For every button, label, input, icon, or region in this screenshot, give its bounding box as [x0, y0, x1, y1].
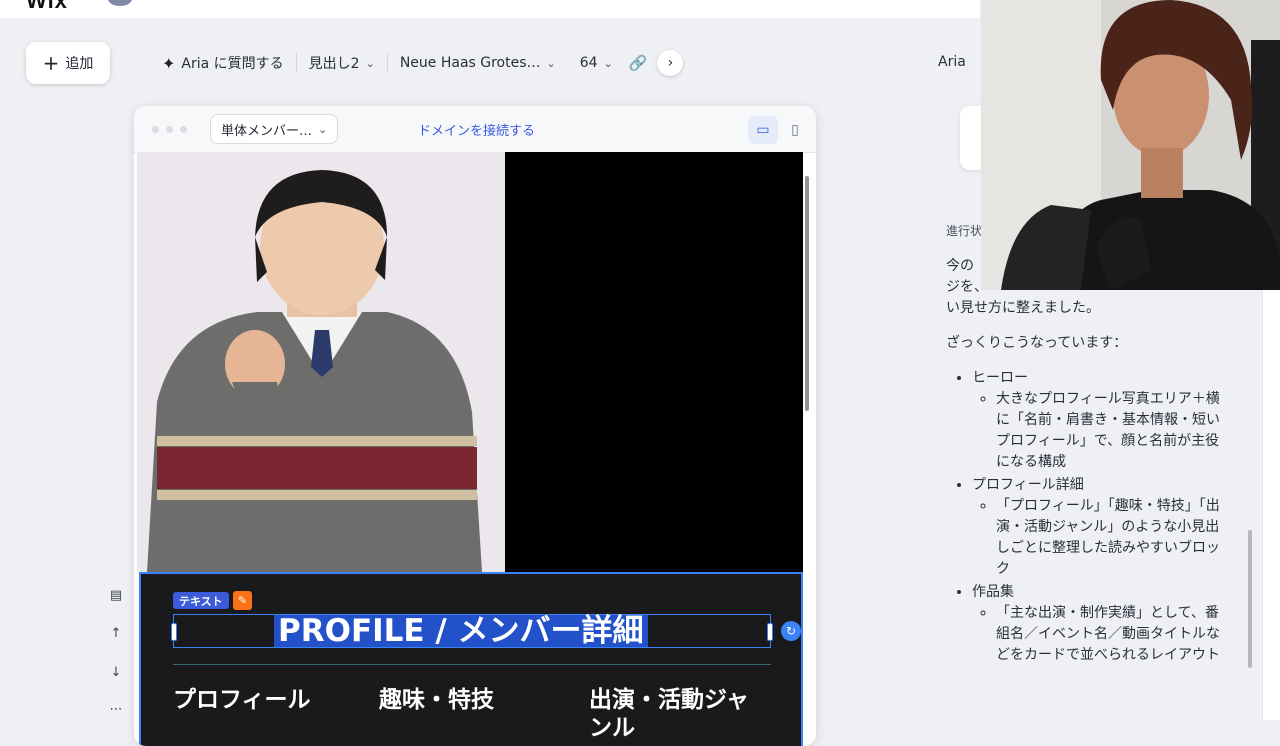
move-up-icon[interactable]: ↑ — [106, 626, 126, 641]
list-item-detail: 大きなプロフィール写真エリア＋横に「名前・肩書き・基本情報・短いプロフィール」で… — [996, 389, 1222, 473]
mobile-view-icon[interactable]: ▯ — [782, 116, 808, 144]
panel-edge — [1262, 290, 1280, 720]
section-title[interactable]: PROFILE / メンバー詳細 — [274, 615, 648, 647]
ai-edit-icon[interactable]: ✎ — [233, 591, 252, 610]
progress-label: 進行状 — [946, 224, 983, 238]
section-layout-icon[interactable]: ▤ — [106, 588, 126, 603]
chevron-down-icon: ⌄ — [365, 56, 375, 70]
desktop-view-icon[interactable]: ▭ — [748, 116, 778, 144]
font-size-dropdown[interactable]: 64 ⌄ — [568, 46, 625, 80]
resize-handle[interactable] — [767, 623, 773, 641]
chevron-down-icon: ⌄ — [318, 122, 328, 136]
heading-style-value: 見出し2 — [308, 56, 360, 72]
list-item-detail: 「主な出演・制作実績」として、番組名／イベント名／動画タイトルなどをカードで並べ… — [996, 603, 1222, 666]
page-selector-value: 単体メンバー… — [221, 123, 313, 139]
connect-domain-link[interactable]: ドメインを接続する — [418, 120, 535, 139]
link-button[interactable]: 🔗 — [625, 46, 652, 80]
chat-scrollbar[interactable] — [1248, 530, 1252, 668]
window-dots — [152, 126, 187, 133]
chevron-right-icon: › — [667, 55, 674, 71]
column-heading-genre-cont: ンル — [589, 715, 635, 741]
summary-list: ヒーロー 大きなプロフィール写真エリア＋横に「名前・肩書き・基本情報・短いプロフ… — [946, 368, 1222, 666]
site-avatar[interactable] — [108, 0, 132, 6]
add-button-label: 追加 — [65, 56, 94, 72]
summary-intro: ざっくりこうなっています： — [946, 335, 1128, 351]
resize-handle[interactable] — [171, 623, 177, 641]
toolbar-more-button[interactable]: › — [657, 50, 684, 76]
chevron-down-icon: ⌄ — [546, 56, 556, 70]
top-header: Wix — [0, 0, 980, 18]
section-divider — [173, 664, 771, 665]
preview-bar: 単体メンバー… ⌄ ドメインを接続する ▭ ▯ — [134, 106, 816, 153]
aria-ask-label: Aria に質問する — [181, 56, 284, 72]
rotate-icon[interactable]: ↻ — [781, 621, 801, 641]
site-preview: 単体メンバー… ⌄ ドメインを接続する ▭ ▯ テキスト ✎ PROFILE /… — [134, 106, 816, 746]
aria-ask-button[interactable]: ✦ Aria に質問する — [150, 46, 296, 80]
move-down-icon[interactable]: ↓ — [106, 665, 126, 680]
text-element-tag: テキスト — [173, 592, 229, 609]
webcam-overlay — [981, 0, 1280, 290]
plus-icon: + — [42, 51, 60, 75]
font-family-value: Neue Haas Grotes… — [399, 55, 541, 71]
more-options-icon[interactable]: ⋯ — [106, 702, 126, 717]
message-line: い見せ方に整えました。 — [946, 300, 1100, 316]
add-button[interactable]: + 追加 — [26, 42, 110, 84]
chevron-down-icon: ⌄ — [603, 56, 613, 70]
text-toolbar: ✦ Aria に質問する 見出し2 ⌄ Neue Haas Grotes… ⌄ … — [150, 46, 684, 80]
column-heading-hobbies: 趣味・特技 — [379, 687, 494, 713]
heading-style-dropdown[interactable]: 見出し2 ⌄ — [297, 46, 387, 80]
profile-photo[interactable] — [137, 152, 505, 572]
list-item-detail: 「プロフィール」「趣味・特技」「出演・活動ジャンル」のような小見出しごとに整理し… — [996, 496, 1222, 580]
list-item: プロフィール詳細 「プロフィール」「趣味・特技」「出演・活動ジャンル」のような小… — [972, 475, 1222, 580]
wix-logo: Wix — [26, 0, 68, 13]
preview-scrollbar[interactable] — [805, 176, 809, 411]
link-icon: 🔗 — [628, 54, 648, 72]
hero-dark-panel[interactable] — [505, 152, 803, 572]
sparkle-icon: ✦ — [162, 53, 176, 73]
aria-panel-title: Aria — [938, 54, 966, 70]
list-item: 作品集 「主な出演・制作実績」として、番組名／イベント名／動画タイトルなどをカー… — [972, 582, 1222, 666]
font-size-value: 64 — [579, 55, 598, 71]
title-selection-frame[interactable]: PROFILE / メンバー詳細 — [171, 614, 773, 648]
column-heading-profile: プロフィール — [173, 687, 311, 713]
page-selector[interactable]: 単体メンバー… ⌄ — [210, 114, 338, 144]
font-family-dropdown[interactable]: Neue Haas Grotes… ⌄ — [388, 46, 568, 80]
aria-message: 今の ジを、 い見せ方に整えました。 ざっくりこうなっています： ヒーロー 大き… — [946, 256, 1222, 668]
list-item: ヒーロー 大きなプロフィール写真エリア＋横に「名前・肩書き・基本情報・短いプロフ… — [972, 368, 1222, 473]
